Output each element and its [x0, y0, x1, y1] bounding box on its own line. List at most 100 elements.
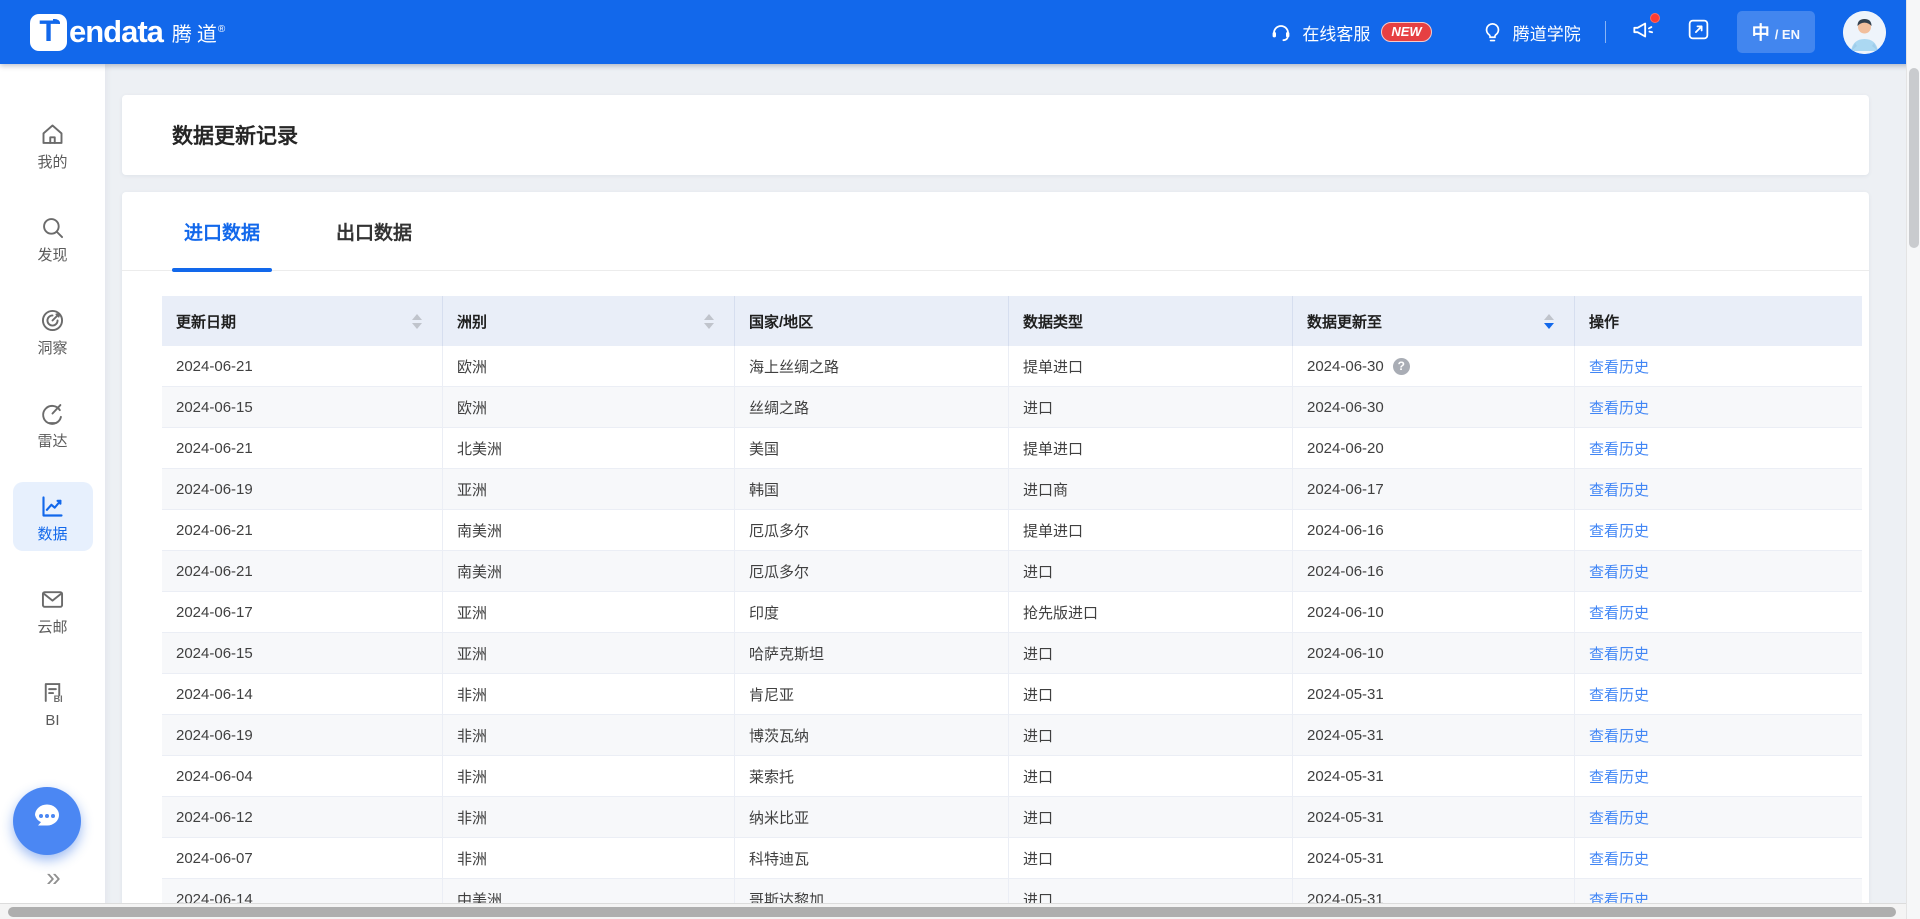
cell-text: 厄瓜多尔 — [749, 561, 809, 582]
cell-region: 科特迪瓦 — [735, 838, 1009, 878]
fullscreen-button[interactable] — [1686, 17, 1711, 47]
tendata-logo[interactable]: T endata 腾道 ® — [30, 14, 225, 51]
sort-asc-icon[interactable] — [1544, 314, 1554, 320]
sidebar: 我的 发现 洞察 雷达 — [0, 64, 105, 919]
cell-continent: 非洲 — [443, 838, 735, 878]
chat-support-button[interactable] — [13, 787, 81, 855]
tab-bar: 进口数据 出口数据 — [122, 192, 1869, 271]
cell-text: 2024-06-10 — [1307, 604, 1384, 621]
tab-import-data[interactable]: 进口数据 — [172, 192, 272, 270]
cell-date: 2024-06-04 — [162, 756, 443, 796]
sidebar-item-cloudmail[interactable]: 云邮 — [13, 575, 93, 644]
logo-chinese: 腾道 — [172, 18, 222, 47]
horizontal-scrollbar-thumb[interactable] — [8, 907, 1896, 917]
sidebar-item-bi[interactable]: BI BI — [13, 668, 93, 737]
column-header-continent[interactable]: 洲别 — [443, 296, 735, 346]
view-history-link[interactable]: 查看历史 — [1589, 561, 1649, 582]
cell-date: 2024-06-21 — [162, 510, 443, 550]
sort-asc-icon[interactable] — [704, 314, 714, 320]
sidebar-item-discover[interactable]: 发现 — [13, 203, 93, 272]
view-history-link[interactable]: 查看历史 — [1589, 397, 1649, 418]
cell-text: 提单进口 — [1023, 520, 1083, 541]
column-label: 国家/地区 — [749, 311, 813, 332]
cell-continent: 非洲 — [443, 797, 735, 837]
sort-desc-icon[interactable] — [1544, 323, 1554, 329]
table-row: 2024-06-17亚洲印度抢先版进口2024-06-10查看历史 — [162, 592, 1862, 633]
view-history-link[interactable]: 查看历史 — [1589, 684, 1649, 705]
announcement-button[interactable] — [1630, 17, 1656, 48]
table-row: 2024-06-14非洲肯尼亚进口2024-05-31查看历史 — [162, 674, 1862, 715]
column-header-date[interactable]: 更新日期 — [162, 296, 443, 346]
cell-text: 2024-06-15 — [176, 399, 253, 416]
online-service-link[interactable]: 在线客服 NEW — [1269, 20, 1431, 45]
view-history-link[interactable]: 查看历史 — [1589, 520, 1649, 541]
cell-text: 进口 — [1023, 397, 1053, 418]
sidebar-item-data[interactable]: 数据 — [13, 482, 93, 551]
cell-text: 2024-06-17 — [176, 604, 253, 621]
cell-text: 2024-06-16 — [1307, 522, 1384, 539]
sort-control[interactable] — [704, 314, 714, 329]
column-header-updated_to[interactable]: 数据更新至 — [1293, 296, 1575, 346]
vertical-scrollbar[interactable] — [1906, 0, 1920, 919]
cell-action: 查看历史 — [1575, 346, 1862, 386]
cell-text: 欧洲 — [457, 397, 487, 418]
cell-updated_to: 2024-06-20 — [1293, 428, 1575, 468]
cell-text: 进口 — [1023, 848, 1053, 869]
sidebar-item-radar[interactable]: 雷达 — [13, 389, 93, 458]
logo-t-icon: T — [30, 14, 67, 51]
chat-bubble-icon — [27, 799, 67, 844]
table-row: 2024-06-21欧洲海上丝绸之路提单进口2024-06-30?查看历史 — [162, 346, 1862, 387]
cell-text: 印度 — [749, 602, 779, 623]
sort-control[interactable] — [1544, 314, 1554, 329]
cell-continent: 欧洲 — [443, 346, 735, 386]
tab-export-data[interactable]: 出口数据 — [324, 192, 424, 270]
language-toggle[interactable]: 中 / EN — [1737, 11, 1815, 53]
help-icon[interactable]: ? — [1393, 358, 1410, 375]
vertical-scrollbar-thumb[interactable] — [1909, 68, 1919, 248]
table-body: 2024-06-21欧洲海上丝绸之路提单进口2024-06-30?查看历史202… — [162, 346, 1862, 919]
data-records-card: 进口数据 出口数据 更新日期洲别国家/地区数据类型数据更新至操作 2024-06… — [122, 192, 1869, 919]
sidebar-item-mine[interactable]: 我的 — [13, 110, 93, 179]
view-history-link[interactable]: 查看历史 — [1589, 766, 1649, 787]
view-history-link[interactable]: 查看历史 — [1589, 725, 1649, 746]
cell-action: 查看历史 — [1575, 469, 1862, 509]
academy-link[interactable]: 腾道学院 — [1481, 20, 1581, 45]
view-history-link[interactable]: 查看历史 — [1589, 602, 1649, 623]
column-header-region: 国家/地区 — [735, 296, 1009, 346]
sort-control[interactable] — [412, 314, 422, 329]
cell-text: 纳米比亚 — [749, 807, 809, 828]
cell-text: 2024-06-07 — [176, 850, 253, 867]
cell-text: 进口 — [1023, 725, 1053, 746]
sort-asc-icon[interactable] — [412, 314, 422, 320]
cell-text: 亚洲 — [457, 479, 487, 500]
cell-type: 进口 — [1009, 387, 1293, 427]
logo-word: endata — [69, 14, 163, 50]
cell-date: 2024-06-12 — [162, 797, 443, 837]
lang-zh-label: 中 — [1752, 19, 1770, 45]
view-history-link[interactable]: 查看历史 — [1589, 848, 1649, 869]
view-history-link[interactable]: 查看历史 — [1589, 643, 1649, 664]
sort-desc-icon[interactable] — [704, 323, 714, 329]
lightbulb-icon — [1481, 21, 1504, 44]
view-history-link[interactable]: 查看历史 — [1589, 438, 1649, 459]
sort-desc-icon[interactable] — [412, 323, 422, 329]
view-history-link[interactable]: 查看历史 — [1589, 479, 1649, 500]
cell-text: 2024-05-31 — [1307, 686, 1384, 703]
cell-updated_to: 2024-05-31 — [1293, 797, 1575, 837]
table-row: 2024-06-19亚洲韩国进口商2024-06-17查看历史 — [162, 469, 1862, 510]
horizontal-scrollbar[interactable] — [0, 903, 1906, 919]
view-history-link[interactable]: 查看历史 — [1589, 807, 1649, 828]
cell-text: 非洲 — [457, 725, 487, 746]
cell-type: 进口 — [1009, 756, 1293, 796]
cell-type: 抢先版进口 — [1009, 592, 1293, 632]
user-avatar[interactable] — [1843, 11, 1886, 54]
sidebar-item-insight[interactable]: 洞察 — [13, 296, 93, 365]
table-row: 2024-06-15亚洲哈萨克斯坦进口2024-06-10查看历史 — [162, 633, 1862, 674]
cell-text: 2024-06-30 — [1307, 358, 1384, 375]
cell-region: 哈萨克斯坦 — [735, 633, 1009, 673]
svg-text:BI: BI — [54, 694, 63, 704]
cell-text: 欧洲 — [457, 356, 487, 377]
view-history-link[interactable]: 查看历史 — [1589, 356, 1649, 377]
cell-text: 提单进口 — [1023, 438, 1083, 459]
sidebar-expand-chevrons[interactable]: » — [0, 864, 105, 890]
